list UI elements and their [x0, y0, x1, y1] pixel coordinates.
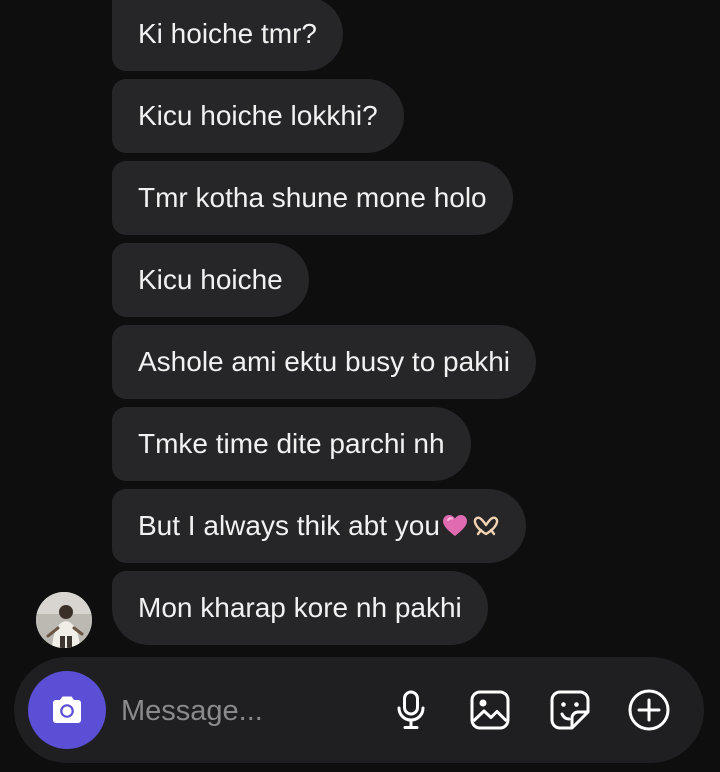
- microphone-icon: [397, 690, 425, 729]
- message-text: Mon kharap kore nh pakhi: [138, 592, 462, 623]
- plus-circle-icon: [628, 689, 670, 731]
- message-text: Ki hoiche tmr?: [138, 18, 317, 49]
- add-button[interactable]: [626, 687, 672, 733]
- sticker-icon: [550, 690, 590, 730]
- message-bubble[interactable]: Ki hoiche tmr?: [112, 0, 343, 71]
- image-gallery-icon: [470, 690, 510, 730]
- message-bubble[interactable]: Ashole ami ektu busy to pakhi: [112, 325, 536, 399]
- message-composer: [14, 657, 704, 763]
- chat-screen: Ki hoiche tmr? Kicu hoiche lokkhi? Tmr k…: [0, 0, 720, 772]
- message-text: Tmke time dite parchi nh: [138, 428, 445, 459]
- sticker-button[interactable]: [547, 687, 593, 733]
- camera-button[interactable]: [28, 671, 106, 749]
- message-bubble[interactable]: Mon kharap kore nh pakhi: [112, 571, 488, 645]
- microphone-button[interactable]: [388, 687, 434, 733]
- message-bubble[interactable]: Tmr kotha shune mone holo: [112, 161, 513, 235]
- message-text: Ashole ami ektu busy to pakhi: [138, 346, 510, 377]
- message-bubble[interactable]: Kicu hoiche lokkhi?: [112, 79, 404, 153]
- message-text: Kicu hoiche: [138, 264, 283, 295]
- message-bubble[interactable]: Tmke time dite parchi nh: [112, 407, 471, 481]
- gallery-button[interactable]: [467, 687, 513, 733]
- message-bubble[interactable]: Kicu hoiche: [112, 243, 309, 317]
- message-text: Kicu hoiche lokkhi?: [138, 100, 378, 131]
- sparkling-heart-icon: [442, 492, 468, 536]
- heart-hands-icon: [472, 492, 500, 536]
- camera-icon: [53, 696, 81, 723]
- message-text: But I always thik abt you: [138, 510, 440, 541]
- message-bubble[interactable]: But I always thik abt you: [112, 489, 526, 563]
- message-input[interactable]: [119, 685, 363, 737]
- avatar[interactable]: [36, 592, 92, 648]
- message-text: Tmr kotha shune mone holo: [138, 182, 487, 213]
